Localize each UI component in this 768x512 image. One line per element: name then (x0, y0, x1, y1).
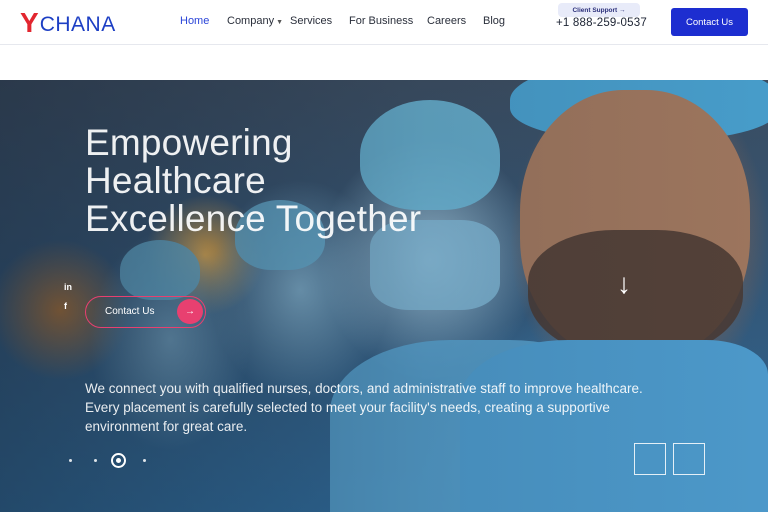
facebook-icon[interactable]: f (64, 301, 67, 311)
arrow-down-icon[interactable]: ↓ (617, 270, 631, 298)
header-contact-button[interactable]: Contact Us (671, 8, 748, 36)
prev-slide-button[interactable] (634, 443, 666, 475)
chevron-down-icon: ▼ (276, 19, 284, 26)
nav-for-business[interactable]: For Business (349, 15, 413, 27)
logo-wordmark: chana (39, 13, 116, 36)
header-divider (0, 44, 768, 45)
client-support-button[interactable]: Client Support → (558, 3, 640, 17)
logo-letter-y: Y (20, 7, 39, 38)
next-slide-button[interactable] (673, 443, 705, 475)
nav-blog[interactable]: Blog (483, 15, 505, 27)
nav-home[interactable]: Home (180, 15, 209, 27)
nav-company-label: Company (227, 15, 275, 27)
hero-headline: Empowering Healthcare Excellence Togethe… (85, 124, 421, 238)
slide-dot-3[interactable] (111, 453, 126, 468)
linkedin-icon[interactable]: in (64, 282, 72, 292)
hero-section: Empowering Healthcare Excellence Togethe… (0, 80, 768, 512)
headline-line-2: Healthcare (85, 160, 266, 201)
nav-company[interactable]: Company ▼ (227, 15, 283, 27)
arrow-right-icon: → (177, 299, 203, 324)
hero-contact-button[interactable]: Contact Us → (85, 296, 206, 328)
headline-line-1: Empowering (85, 122, 293, 163)
hero-contact-label: Contact Us (105, 306, 155, 317)
slide-dot-4[interactable] (143, 459, 146, 462)
slide-dot-1[interactable] (69, 459, 72, 462)
logo[interactable]: Y chana (20, 7, 116, 37)
phone-number[interactable]: +1 888-259-0537 (556, 17, 647, 29)
site-header: Y chana Home Company ▼ Services For Busin… (0, 0, 768, 44)
nav-careers[interactable]: Careers (427, 15, 466, 27)
hero-description: We connect you with qualified nurses, do… (85, 381, 643, 434)
nav-services[interactable]: Services (290, 15, 332, 27)
slide-dot-2[interactable] (94, 459, 97, 462)
headline-line-3: Excellence Together (85, 198, 422, 239)
